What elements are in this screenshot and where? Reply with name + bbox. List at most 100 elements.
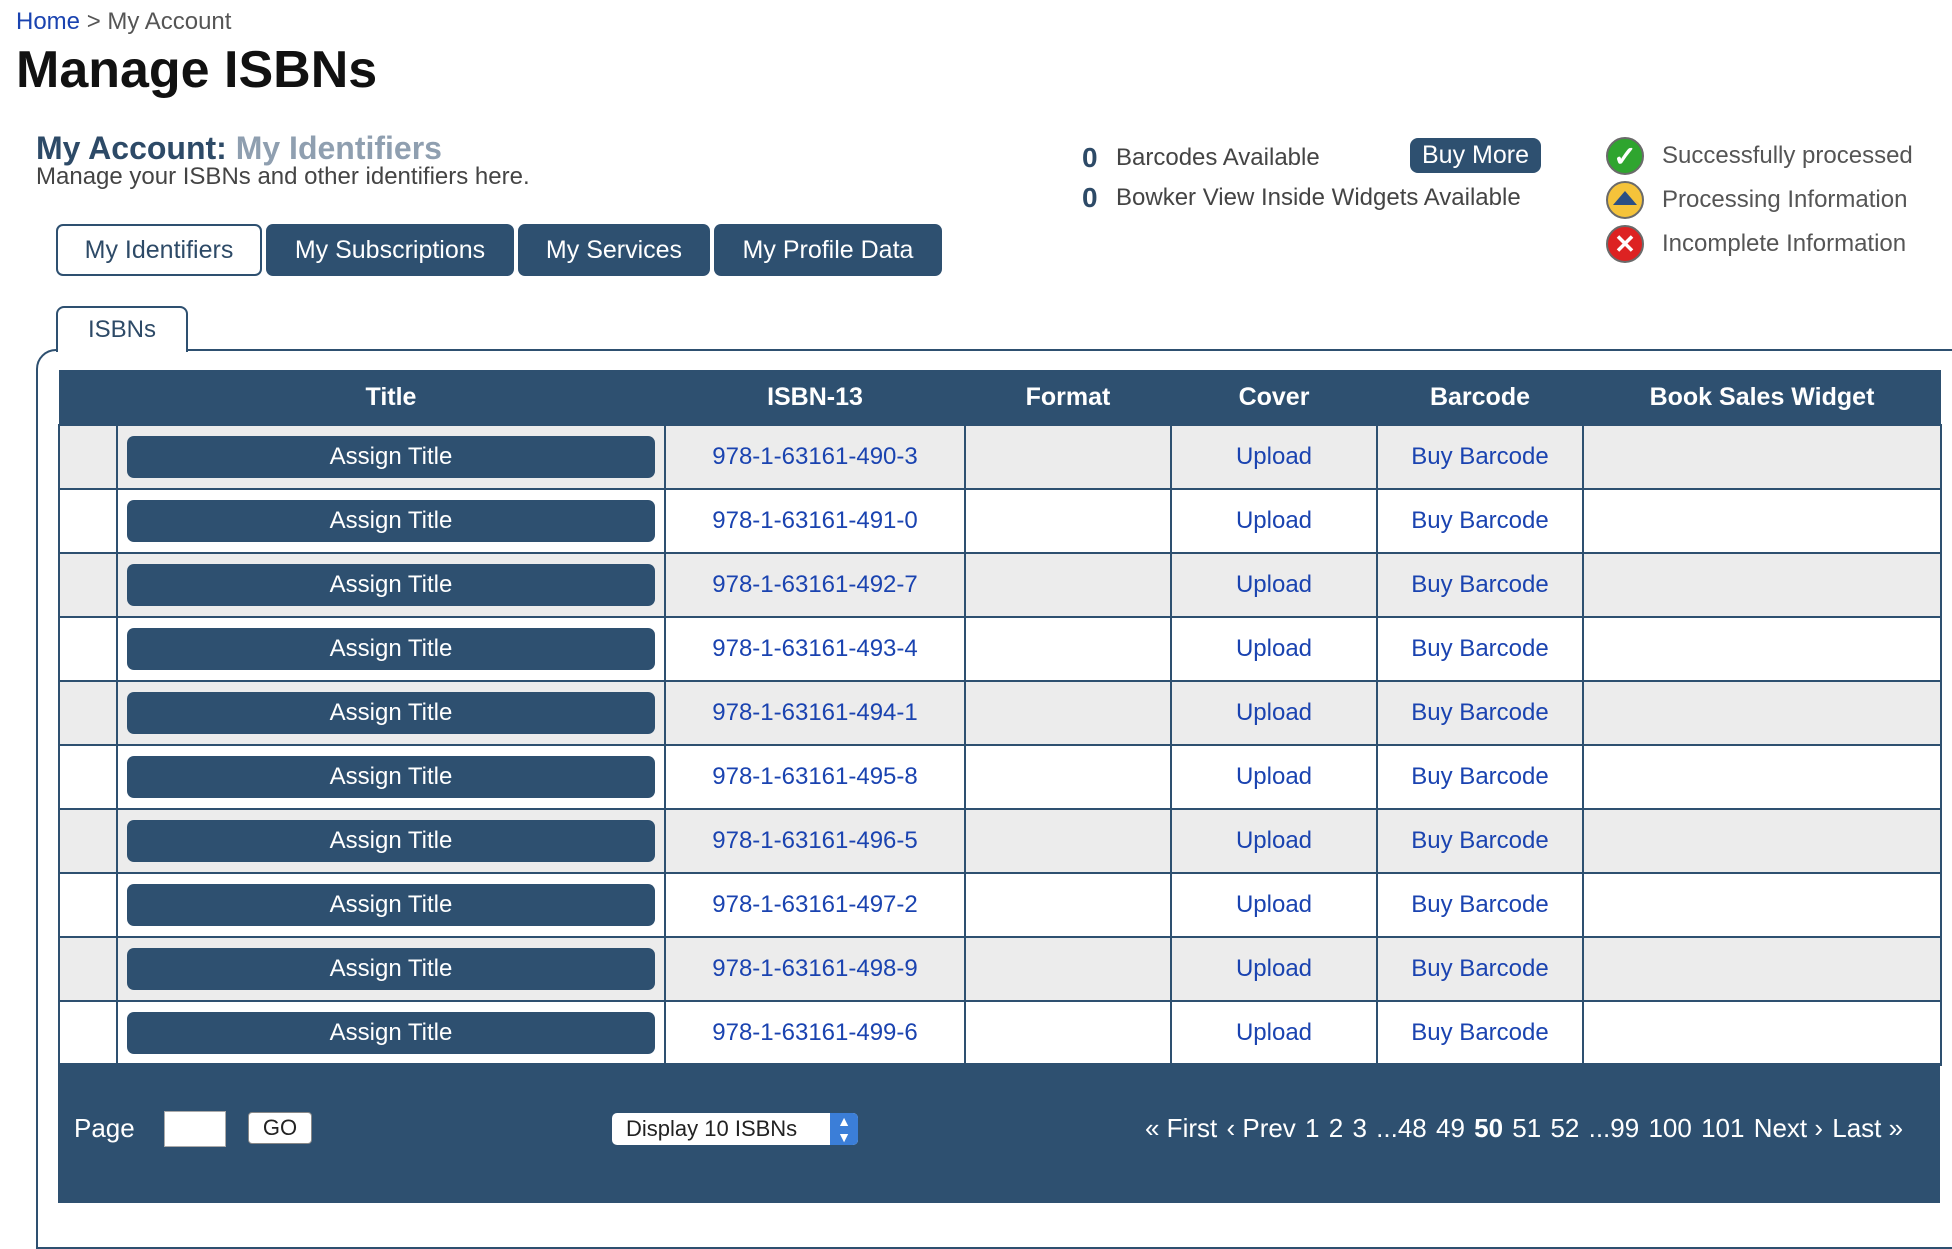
widgets-label: Bowker View Inside Widgets Available xyxy=(1116,184,1521,211)
page-link[interactable]: ...48 xyxy=(1376,1113,1427,1143)
page-link[interactable]: 1 xyxy=(1305,1113,1319,1143)
go-button[interactable]: GO xyxy=(248,1112,312,1144)
buy-barcode-link[interactable]: Buy Barcode xyxy=(1411,507,1548,534)
buy-barcode-link[interactable]: Buy Barcode xyxy=(1411,635,1548,662)
isbn-link[interactable]: 978-1-63161-491-0 xyxy=(712,507,918,534)
upload-cover-link[interactable]: Upload xyxy=(1236,443,1312,470)
buy-more-button[interactable]: Buy More xyxy=(1410,138,1541,173)
page-link[interactable]: ...99 xyxy=(1589,1113,1640,1143)
upload-cover-link[interactable]: Upload xyxy=(1236,955,1312,982)
upload-cover-link[interactable]: Upload xyxy=(1236,827,1312,854)
isbn-cell: 978-1-63161-494-1 xyxy=(664,680,966,746)
assign-title-button[interactable]: Assign Title xyxy=(127,820,655,862)
cover-cell: Upload xyxy=(1170,552,1378,618)
table-row: Assign Title 978-1-63161-491-0 Upload Buy B… xyxy=(58,488,1942,554)
isbn-link[interactable]: 978-1-63161-495-8 xyxy=(712,763,918,790)
assign-title-button[interactable]: Assign Title xyxy=(127,1012,655,1054)
table-row: Assign Title 978-1-63161-499-6 Upload Buy B… xyxy=(58,1000,1942,1066)
row-select-cell xyxy=(58,744,118,810)
page-links: « First ‹ Prev 1 2 3 ...48 49 50 51 52 .… xyxy=(1145,1113,1905,1144)
buy-barcode-link[interactable]: Buy Barcode xyxy=(1411,443,1548,470)
page-link[interactable]: 49 xyxy=(1436,1113,1465,1143)
page-link[interactable]: 101 xyxy=(1701,1113,1744,1143)
isbn-link[interactable]: 978-1-63161-498-9 xyxy=(712,955,918,982)
isbn-link[interactable]: 978-1-63161-492-7 xyxy=(712,571,918,598)
tab-my-profile-data[interactable]: My Profile Data xyxy=(714,224,942,276)
upload-cover-link[interactable]: Upload xyxy=(1236,699,1312,726)
assign-title-button[interactable]: Assign Title xyxy=(127,628,655,670)
assign-title-button[interactable]: Assign Title xyxy=(127,692,655,734)
table-row: Assign Title 978-1-63161-497-2 Upload Buy B… xyxy=(58,872,1942,938)
isbn-cell: 978-1-63161-490-3 xyxy=(664,424,966,490)
row-select-cell xyxy=(58,680,118,746)
assign-title-button[interactable]: Assign Title xyxy=(127,948,655,990)
cover-cell: Upload xyxy=(1170,872,1378,938)
tab-my-identifiers[interactable]: My Identifiers xyxy=(56,224,262,276)
page-link[interactable]: 3 xyxy=(1352,1113,1366,1143)
upload-cover-link[interactable]: Upload xyxy=(1236,891,1312,918)
widgets-count: 0 xyxy=(1082,182,1098,213)
buy-barcode-link[interactable]: Buy Barcode xyxy=(1411,891,1548,918)
buy-barcode-link[interactable]: Buy Barcode xyxy=(1411,827,1548,854)
assign-title-button[interactable]: Assign Title xyxy=(127,756,655,798)
assign-title-button[interactable]: Assign Title xyxy=(127,884,655,926)
breadcrumb-home-link[interactable]: Home xyxy=(16,8,80,35)
title-cell: Assign Title xyxy=(116,872,666,938)
upload-cover-link[interactable]: Upload xyxy=(1236,1019,1312,1046)
page-link[interactable]: 100 xyxy=(1648,1113,1691,1143)
next-page-link[interactable]: Next › xyxy=(1754,1113,1823,1143)
format-cell xyxy=(964,552,1172,618)
header-format: Format xyxy=(965,370,1171,425)
prev-page-link[interactable]: ‹ Prev xyxy=(1226,1113,1295,1143)
page-link[interactable]: 52 xyxy=(1550,1113,1579,1143)
barcodes-count: 0 xyxy=(1082,142,1098,173)
first-page-link[interactable]: « First xyxy=(1145,1113,1217,1143)
row-select-cell xyxy=(58,808,118,874)
page-link[interactable]: 2 xyxy=(1329,1113,1343,1143)
legend-success: ✓ Successfully processed xyxy=(1606,134,1913,178)
tab-my-subscriptions[interactable]: My Subscriptions xyxy=(266,224,514,276)
upload-cover-link[interactable]: Upload xyxy=(1236,763,1312,790)
cover-cell: Upload xyxy=(1170,488,1378,554)
widget-cell xyxy=(1582,616,1942,682)
isbn-cell: 978-1-63161-496-5 xyxy=(664,808,966,874)
tab-my-services[interactable]: My Services xyxy=(518,224,710,276)
page-label: Page xyxy=(74,1113,135,1143)
table-row: Assign Title 978-1-63161-494-1 Upload Buy B… xyxy=(58,680,1942,746)
page-link[interactable]: 50 xyxy=(1474,1113,1503,1143)
page-link[interactable]: 51 xyxy=(1512,1113,1541,1143)
upload-cover-link[interactable]: Upload xyxy=(1236,571,1312,598)
barcode-cell: Buy Barcode xyxy=(1376,808,1584,874)
isbn-cell: 978-1-63161-492-7 xyxy=(664,552,966,618)
buy-barcode-link[interactable]: Buy Barcode xyxy=(1411,699,1548,726)
subtab-isbns[interactable]: ISBNs xyxy=(56,306,188,352)
barcode-cell: Buy Barcode xyxy=(1376,552,1584,618)
isbn-link[interactable]: 978-1-63161-494-1 xyxy=(712,699,918,726)
isbn-link[interactable]: 978-1-63161-490-3 xyxy=(712,443,918,470)
isbn-link[interactable]: 978-1-63161-493-4 xyxy=(712,635,918,662)
buy-barcode-link[interactable]: Buy Barcode xyxy=(1411,571,1548,598)
assign-title-button[interactable]: Assign Title xyxy=(127,436,655,478)
table-row: Assign Title 978-1-63161-496-5 Upload Buy B… xyxy=(58,808,1942,874)
isbn-link[interactable]: 978-1-63161-497-2 xyxy=(712,891,918,918)
isbn-link[interactable]: 978-1-63161-499-6 xyxy=(712,1019,918,1046)
cover-cell: Upload xyxy=(1170,616,1378,682)
upload-cover-link[interactable]: Upload xyxy=(1236,635,1312,662)
buy-barcode-link[interactable]: Buy Barcode xyxy=(1411,763,1548,790)
last-page-link[interactable]: Last » xyxy=(1832,1113,1903,1143)
display-count-select[interactable]: Display 10 ISBNs ▲ ▼ xyxy=(612,1113,858,1145)
buy-barcode-link[interactable]: Buy Barcode xyxy=(1411,955,1548,982)
title-cell: Assign Title xyxy=(116,744,666,810)
upload-cover-link[interactable]: Upload xyxy=(1236,507,1312,534)
widget-cell xyxy=(1582,1000,1942,1066)
page-number-input[interactable] xyxy=(164,1111,226,1147)
format-cell xyxy=(964,616,1172,682)
cover-cell: Upload xyxy=(1170,424,1378,490)
assign-title-button[interactable]: Assign Title xyxy=(127,500,655,542)
row-select-cell xyxy=(58,488,118,554)
isbn-link[interactable]: 978-1-63161-496-5 xyxy=(712,827,918,854)
assign-title-button[interactable]: Assign Title xyxy=(127,564,655,606)
buy-barcode-link[interactable]: Buy Barcode xyxy=(1411,1019,1548,1046)
breadcrumb: Home > My Account xyxy=(16,8,231,36)
widget-cell xyxy=(1582,936,1942,1002)
